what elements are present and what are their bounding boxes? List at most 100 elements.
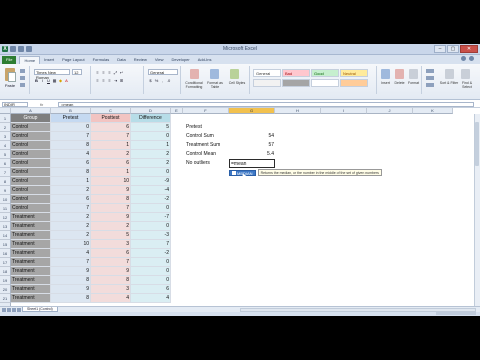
table-cell[interactable]: Control — [11, 141, 51, 150]
orientation-icon[interactable]: ⤢ — [113, 70, 118, 75]
merge-center-icon[interactable]: ⊞ — [119, 78, 124, 83]
copy-icon[interactable] — [20, 76, 25, 80]
table-cell[interactable]: 5 — [91, 231, 131, 240]
insert-function-icon[interactable]: fx — [40, 102, 43, 107]
table-cell[interactable]: 7 — [91, 132, 131, 141]
bold-button[interactable]: B — [34, 78, 39, 83]
row-header-12[interactable]: 12 — [0, 213, 11, 222]
currency-icon[interactable]: $ — [148, 78, 153, 83]
table-cell[interactable]: 0 — [131, 132, 171, 141]
table-cell[interactable]: 6 — [131, 285, 171, 294]
undo-icon[interactable] — [18, 46, 24, 52]
clear-icon[interactable] — [426, 83, 434, 87]
column-header-k[interactable]: K — [413, 108, 453, 114]
difference-header[interactable]: Difference — [131, 114, 171, 123]
table-cell[interactable]: 3 — [91, 240, 131, 249]
table-cell[interactable]: -3 — [131, 231, 171, 240]
table-cell[interactable]: 0 — [131, 222, 171, 231]
table-cell[interactable]: 6 — [91, 249, 131, 258]
sort-filter-icon[interactable] — [445, 69, 454, 79]
table-cell[interactable]: 6 — [51, 195, 91, 204]
style-normal[interactable]: General — [253, 69, 281, 77]
table-cell[interactable]: Control — [11, 204, 51, 213]
format-painter-icon[interactable] — [20, 83, 25, 87]
table-cell[interactable]: 8 — [51, 276, 91, 285]
style-neutral[interactable]: Neutral — [340, 69, 368, 77]
delete-cells-icon[interactable] — [395, 69, 404, 79]
table-cell[interactable]: 8 — [51, 168, 91, 177]
table-cell[interactable]: 0 — [131, 204, 171, 213]
table-cell[interactable]: 6 — [91, 159, 131, 168]
table-cell[interactable]: 9 — [91, 213, 131, 222]
table-cell[interactable]: 2 — [51, 222, 91, 231]
table-cell[interactable]: Control — [11, 177, 51, 186]
table-cell[interactable]: -2 — [131, 249, 171, 258]
row-header-6[interactable]: 6 — [0, 159, 11, 168]
style-check-cell[interactable] — [282, 79, 310, 87]
table-cell[interactable]: Treatment — [11, 213, 51, 222]
table-cell[interactable]: 9 — [91, 186, 131, 195]
table-cell[interactable]: 9 — [51, 285, 91, 294]
row-header-18[interactable]: 18 — [0, 267, 11, 276]
row-header-8[interactable]: 8 — [0, 177, 11, 186]
table-cell[interactable]: 5 — [131, 123, 171, 132]
table-cell[interactable]: Control — [11, 123, 51, 132]
tab-formulas[interactable]: Formulas — [89, 56, 114, 64]
column-header-e[interactable]: E — [171, 108, 183, 114]
row-header-10[interactable]: 10 — [0, 195, 11, 204]
summary-value[interactable]: 54 — [229, 132, 275, 141]
table-cell[interactable]: 4 — [91, 294, 131, 303]
column-header-f[interactable]: F — [183, 108, 229, 114]
column-header-j[interactable]: J — [367, 108, 413, 114]
minimize-ribbon-icon[interactable] — [461, 56, 466, 61]
table-cell[interactable]: 2 — [131, 150, 171, 159]
pretest-header[interactable]: Pretest — [51, 114, 91, 123]
table-cell[interactable]: 2 — [91, 222, 131, 231]
table-cell[interactable]: Control — [11, 150, 51, 159]
posttest-header[interactable]: Posttest — [91, 114, 131, 123]
summary-value[interactable]: 5.4 — [229, 150, 275, 159]
table-cell[interactable]: Treatment — [11, 249, 51, 258]
table-cell[interactable]: 10 — [51, 240, 91, 249]
table-cell[interactable]: 9 — [51, 267, 91, 276]
column-header-h[interactable]: H — [275, 108, 321, 114]
row-header-17[interactable]: 17 — [0, 258, 11, 267]
table-cell[interactable]: 9 — [91, 267, 131, 276]
table-cell[interactable]: 7 — [51, 258, 91, 267]
table-cell[interactable]: 7 — [131, 240, 171, 249]
table-cell[interactable]: 0 — [131, 276, 171, 285]
table-cell[interactable]: 2 — [51, 186, 91, 195]
summary-value[interactable]: 57 — [229, 141, 275, 150]
align-right-icon[interactable]: ≡ — [107, 78, 112, 83]
row-header-16[interactable]: 16 — [0, 249, 11, 258]
format-cells-icon[interactable] — [409, 69, 418, 79]
percent-icon[interactable]: % — [154, 78, 159, 83]
cut-icon[interactable] — [20, 69, 25, 73]
table-cell[interactable]: Treatment — [11, 294, 51, 303]
tab-page-layout[interactable]: Page Layout — [58, 56, 88, 64]
row-header-4[interactable]: 4 — [0, 141, 11, 150]
row-header-14[interactable]: 14 — [0, 231, 11, 240]
active-cell-editor[interactable]: =mean — [229, 159, 275, 168]
style-input[interactable] — [340, 79, 368, 87]
table-cell[interactable]: 7 — [91, 204, 131, 213]
table-cell[interactable]: Control — [11, 195, 51, 204]
find-select-icon[interactable] — [461, 69, 470, 79]
table-cell[interactable]: 4 — [131, 294, 171, 303]
insert-cells-icon[interactable] — [381, 69, 390, 79]
table-cell[interactable]: 8 — [51, 294, 91, 303]
tab-file[interactable]: File — [2, 56, 17, 64]
increase-decimal-icon[interactable]: .0 — [166, 78, 171, 83]
table-cell[interactable]: -9 — [131, 177, 171, 186]
table-cell[interactable]: Treatment — [11, 240, 51, 249]
formula-input[interactable]: =mean — [58, 102, 474, 107]
name-box[interactable]: INDIR — [2, 102, 28, 107]
maximize-button[interactable]: ▢ — [447, 45, 459, 53]
group-header[interactable]: Group — [11, 114, 51, 123]
cell-styles-icon[interactable] — [230, 69, 239, 79]
format-as-table-icon[interactable] — [210, 69, 219, 79]
row-header-21[interactable]: 21 — [0, 294, 11, 303]
table-cell[interactable]: 7 — [51, 204, 91, 213]
indent-icon[interactable]: ⇥ — [113, 78, 118, 83]
tab-data[interactable]: Data — [113, 56, 129, 64]
